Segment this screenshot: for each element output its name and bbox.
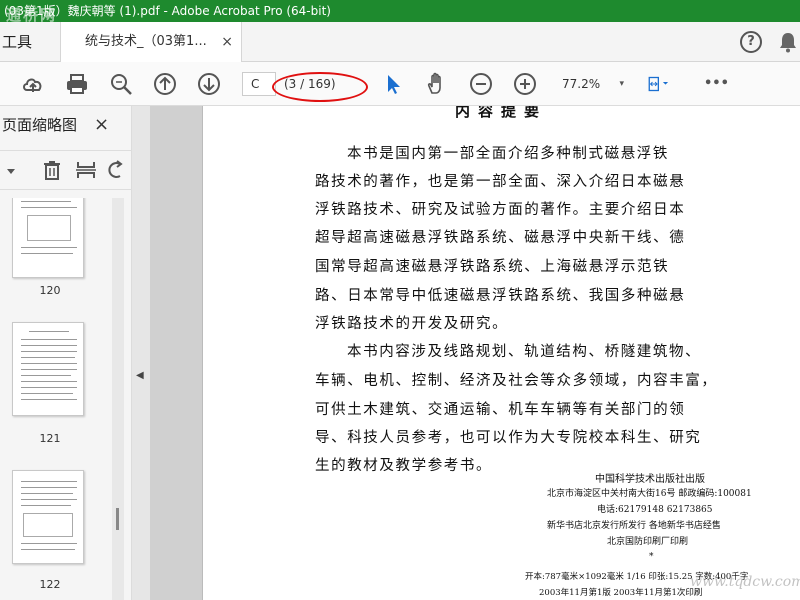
thumbnail-sidebar: 页面缩略图 × 120 121 122: [0, 106, 132, 600]
more-options-button[interactable]: •••: [704, 71, 734, 97]
paragraph-line: 浮铁路技术的开发及研究。: [315, 316, 509, 332]
paragraph-line: 超导超高速磁悬浮铁路系统、磁悬浮中央新干线、德: [315, 230, 686, 246]
zoom-out-icon[interactable]: [468, 71, 494, 97]
next-page-icon[interactable]: [196, 71, 222, 97]
zoom-dropdown-icon[interactable]: ▾: [619, 72, 624, 96]
hand-tool-icon[interactable]: [424, 71, 450, 97]
tab-document[interactable]: 统与技术_（03第1... ×: [60, 22, 242, 62]
watermark-bottom: www.tqdcw.com: [690, 574, 800, 590]
tab-tools[interactable]: 工具: [0, 22, 60, 62]
sidebar-collapse-strip[interactable]: ◀: [132, 106, 150, 600]
paragraph-line: 导、科技人员参考，也可以作为大专院校本科生、研究: [315, 430, 702, 446]
sidebar-title: 页面缩略图: [2, 116, 78, 134]
paragraph-line: 可供土木建筑、交通运输、机车车辆等有关部门的领: [315, 402, 686, 418]
trash-icon[interactable]: [40, 158, 64, 182]
window-title-bar: (03第1版）魏庆朝等 (1).pdf - Adobe Acrobat Pro …: [0, 0, 800, 22]
thumbnail-page-120[interactable]: [12, 198, 84, 278]
thumbnail-page-122[interactable]: [12, 470, 84, 564]
zoom-level-select[interactable]: 77.2% ▾: [556, 72, 630, 96]
paragraph-line: 本书内容涉及线路规划、轨道结构、桥隧建筑物、: [347, 344, 702, 360]
tab-bar: 工具 统与技术_（03第1... × ?: [0, 22, 800, 62]
toolbar: C (3 / 169) 77.2% ▾ •••: [0, 62, 800, 106]
rotate-icon[interactable]: [106, 158, 126, 182]
collapse-arrow-icon[interactable]: ◀: [136, 370, 144, 381]
paragraph-line: 路技术的著作，也是第一部全面、深入介绍日本磁悬: [315, 174, 686, 190]
red-annotation-ellipse: [272, 72, 368, 102]
publisher-line: 新华书店北京发行所发行 各地新华书店经售: [547, 521, 721, 531]
cloud-upload-icon[interactable]: [20, 71, 46, 97]
page-heading: 内容提要: [455, 106, 548, 120]
insert-pages-icon[interactable]: [74, 158, 98, 182]
sidebar-toolbar: [0, 150, 132, 190]
sidebar-options-dropdown-icon[interactable]: [4, 163, 18, 177]
thumbnail-number: 120: [39, 284, 61, 297]
zoom-in-icon[interactable]: [512, 71, 538, 97]
help-button[interactable]: ?: [740, 31, 762, 53]
tab-document-label: 统与技术_（03第1...: [85, 34, 207, 49]
sidebar-scrollbar-thumb[interactable]: [116, 508, 119, 530]
thumbnail-number: 121: [39, 432, 61, 445]
publisher-line: 北京国防印刷厂印刷: [607, 537, 689, 547]
bell-icon[interactable]: [776, 30, 800, 54]
document-viewport[interactable]: 内容提要 本书是国内第一部全面介绍多种制式磁悬浮铁 路技术的著作，也是第一部全面…: [150, 106, 800, 600]
publisher-line: 电话:62179148 62173865: [597, 505, 713, 515]
zoom-level-value: 77.2%: [562, 77, 601, 91]
paragraph-line: 车辆、电机、控制、经济及社会等众多领域，内容丰富，: [315, 373, 718, 389]
paragraph-line: 本书是国内第一部全面介绍多种制式磁悬浮铁: [347, 146, 669, 162]
tab-close-button[interactable]: ×: [221, 22, 233, 62]
publisher-line: 2003年11月第1版 2003年11月第1次印刷: [539, 588, 703, 598]
thumbnail-page-121[interactable]: [12, 322, 84, 416]
thumbnail-number: 122: [39, 578, 61, 591]
page-number-input[interactable]: C: [242, 72, 276, 96]
paragraph-line: 路、日本常导中低速磁悬浮铁路系统、我国多种磁悬: [315, 288, 686, 304]
publisher-line: 中国科学技术出版社出版: [595, 474, 705, 485]
previous-page-icon[interactable]: [152, 71, 178, 97]
select-cursor-icon[interactable]: [380, 71, 406, 97]
page-fit-icon[interactable]: [646, 71, 686, 97]
sidebar-close-button[interactable]: ×: [94, 114, 109, 135]
publisher-line: 北京市海淀区中关村南大街16号 邮政编码:100081: [547, 489, 752, 499]
sidebar-scrollbar[interactable]: [112, 198, 124, 600]
paragraph-line: 浮铁路技术、研究及试验方面的著作。主要介绍日本: [315, 202, 686, 218]
pdf-page: 内容提要 本书是国内第一部全面介绍多种制式磁悬浮铁 路技术的著作，也是第一部全面…: [202, 106, 800, 600]
print-icon[interactable]: [64, 71, 90, 97]
publisher-line: *: [649, 552, 654, 562]
thumbnail-list[interactable]: 120 121 122: [0, 198, 122, 600]
zoom-search-icon[interactable]: [108, 71, 134, 97]
paragraph-line: 国常导超高速磁悬浮铁路系统、上海磁悬浮示范铁: [315, 259, 670, 275]
